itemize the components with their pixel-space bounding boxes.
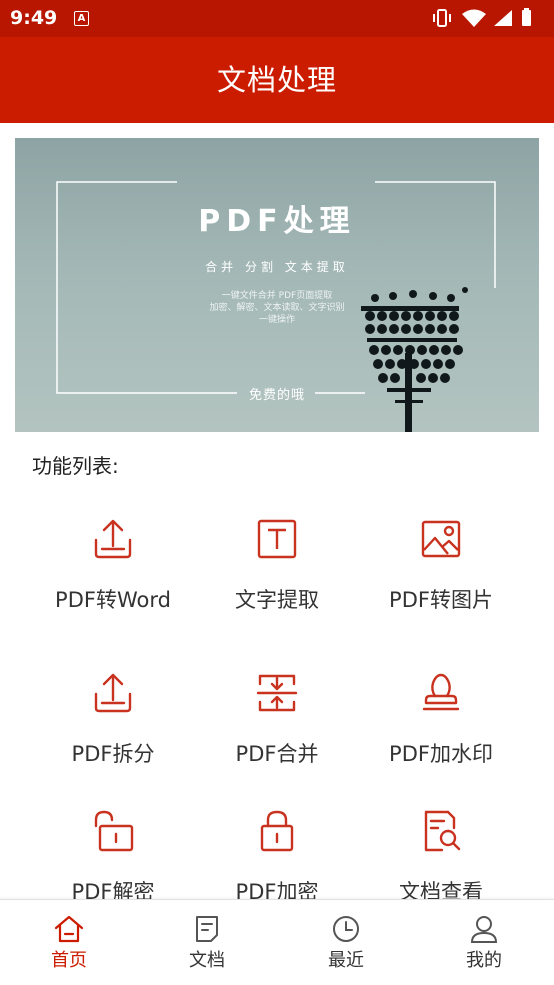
vibrate-icon [433,9,451,27]
upload-tray-icon [94,673,132,713]
nav-label: 首页 [51,950,87,971]
stamp-icon [422,673,460,711]
signal-icon [494,10,512,26]
banner-description: 一键文件合并 PDF页面提取 加密、解密、文本读取、文字识别 一键操作 [185,290,369,326]
notification-icon: A [74,11,89,26]
status-bar: 9:49 A [0,0,554,37]
feature-label: PDF加水印 [389,742,493,766]
section-title: 功能列表: [32,454,119,478]
page-title: 文档处理 [216,63,337,97]
banner-desc-line: 加密、解密、文本读取、文字识别 [209,303,345,313]
feature-text-extract[interactable]: 文字提取 [197,516,357,614]
nav-item-recent[interactable]: 最近 [301,914,391,972]
feature-pdf-split[interactable]: PDF拆分 [33,670,193,768]
battery-icon [522,10,531,26]
feature-pdf-to-image[interactable]: PDF转图片 [361,516,521,614]
lock-icon [260,810,294,852]
banner-desc-line: 一键操作 [258,315,295,325]
floodlight-tower-image [361,287,468,432]
home-icon [54,915,84,943]
nav-label: 我的 [466,950,502,971]
feature-pdf-to-word[interactable]: PDF转Word [33,516,193,614]
feature-pdf-watermark[interactable]: PDF加水印 [361,670,521,768]
nav-label: 最近 [328,950,364,971]
feature-label: PDF合并 [235,742,319,766]
merge-icon [256,674,298,712]
feature-label: PDF拆分 [71,742,155,766]
banner-free-label: 免费的哦 [248,388,305,403]
nav-item-home[interactable]: 首页 [24,914,114,972]
feature-pdf-decrypt[interactable]: PDF解密 [33,808,193,906]
user-icon [470,916,498,943]
feature-doc-view[interactable]: 文档查看 [361,808,521,906]
text-box-icon [257,519,297,559]
banner-desc-line: 一键文件合并 PDF页面提取 [221,291,333,301]
feature-pdf-merge[interactable]: PDF合并 [197,670,357,768]
wifi-icon [462,9,486,27]
feature-label: PDF转图片 [389,588,493,612]
nav-label: 文档 [189,950,225,971]
nav-item-mine[interactable]: 我的 [439,914,529,972]
nav-item-documents[interactable]: 文档 [162,914,252,972]
unlock-icon [94,810,134,852]
banner-subtitle: 合并 分割 文本提取 [205,260,349,274]
bottom-nav: 首页 文档 最近 我的 [0,899,554,985]
document-icon [196,916,218,942]
status-icons [433,8,531,27]
promo-banner[interactable]: PDF处理 合并 分割 文本提取 一键文件合并 PDF页面提取 加密、解密、文本… [15,138,539,432]
feature-label: 文字提取 [235,588,319,612]
status-time: 9:49 [10,7,58,29]
feature-label: PDF转Word [55,588,171,612]
banner-title: PDF处理 [198,204,356,239]
app-bar: 文档处理 [0,37,554,123]
document-search-icon [424,810,461,852]
clock-icon [333,916,359,942]
upload-tray-icon [94,519,132,559]
image-icon [421,520,461,558]
feature-pdf-encrypt[interactable]: PDF加密 [197,808,357,906]
